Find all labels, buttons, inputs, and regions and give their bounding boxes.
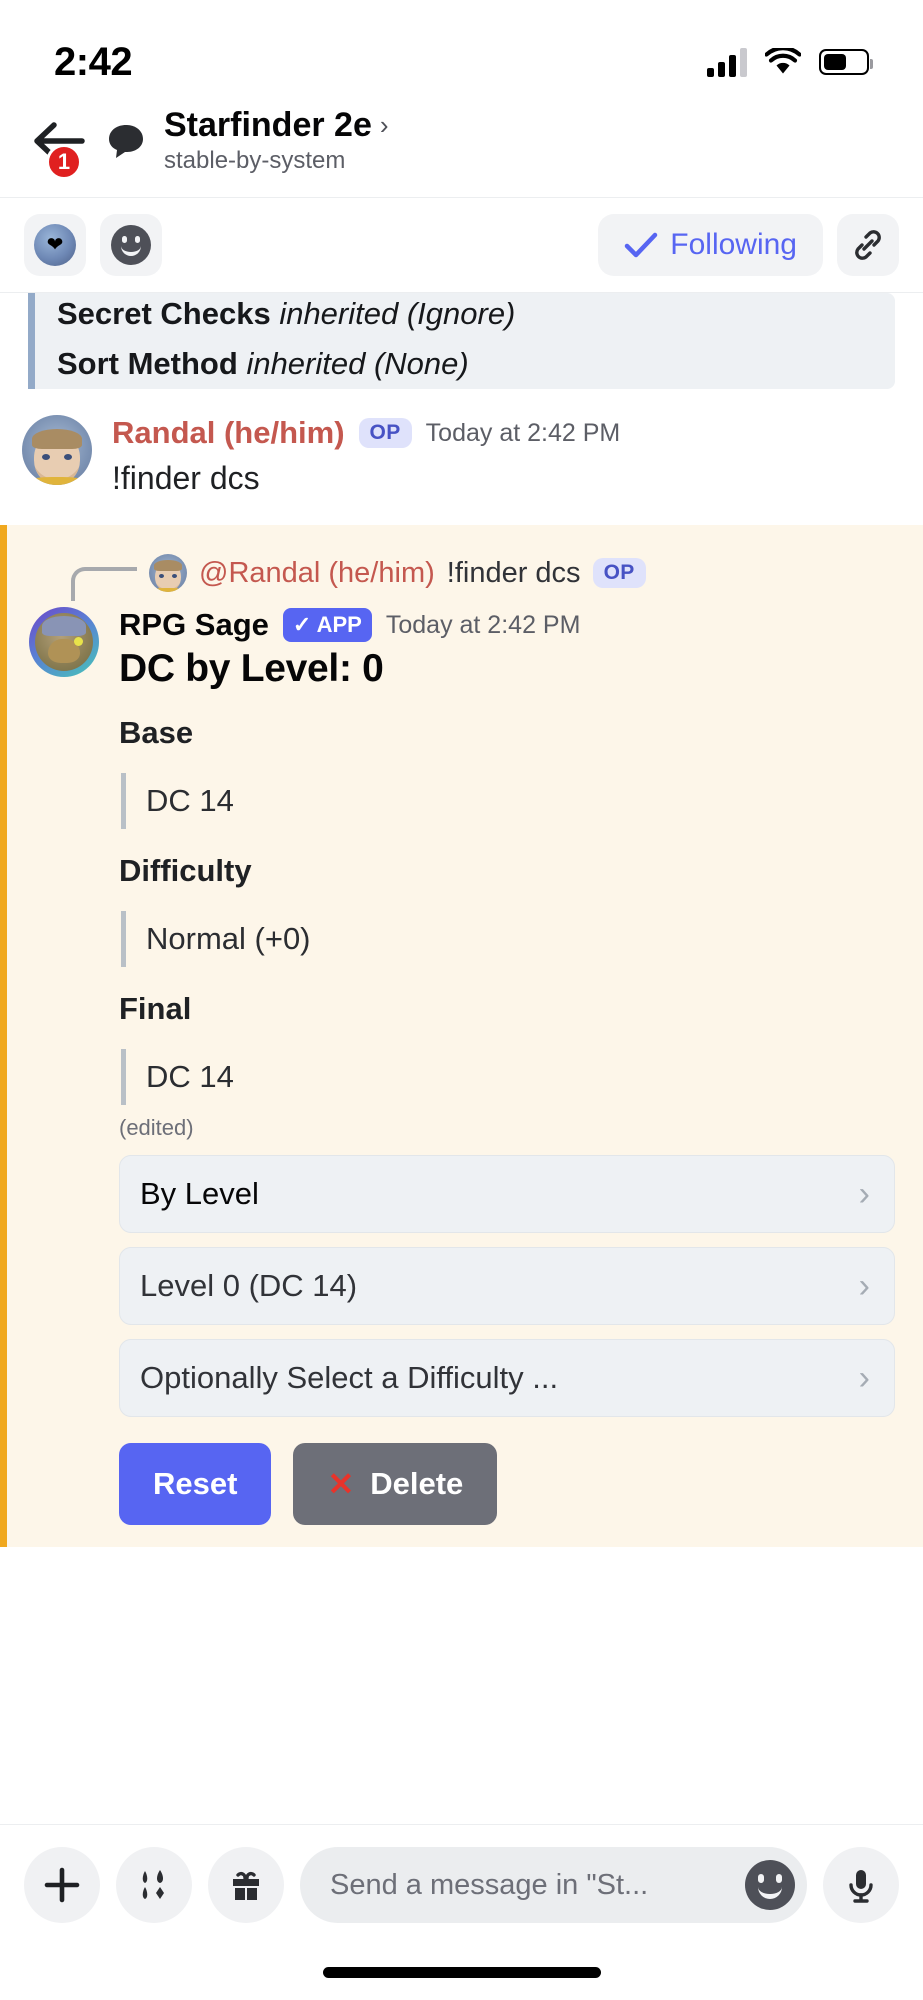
reply-avatar [149, 554, 187, 592]
member-avatar-button[interactable]: ❤ [24, 214, 86, 276]
section-value-difficulty: Normal (+0) [121, 911, 895, 967]
plus-icon [44, 1867, 80, 1903]
channel-header: 1 Starfinder 2e › stable-by-system [0, 96, 923, 198]
quoted-setting-label: Sort Method [57, 346, 238, 381]
select-label: Optionally Select a Difficulty ... [140, 1360, 559, 1395]
following-label: Following [670, 228, 797, 261]
select-label: Level 0 (DC 14) [140, 1268, 358, 1303]
link-chain-icon [855, 230, 881, 260]
wifi-icon [765, 48, 801, 74]
op-badge: OP [592, 558, 646, 588]
home-indicator [322, 1967, 601, 1978]
voice-message-button[interactable] [823, 1847, 899, 1923]
message-meta: Randal (he/him) OP Today at 2:42 PM [112, 415, 895, 451]
chevron-right-icon: › [858, 1175, 870, 1213]
bot-message[interactable]: @Randal (he/him) !finder dcs OP RPG Sage… [0, 525, 923, 1547]
quoted-setting-row: Secret Checks inherited (Ignore) [57, 293, 871, 339]
message-list[interactable]: Post Style inherited (Single Post) Secre… [0, 293, 923, 1547]
delete-button[interactable]: ✕ Delete [293, 1443, 498, 1525]
status-bar: 2:42 [0, 0, 923, 96]
chevron-right-icon: › [858, 1359, 870, 1397]
message-text: !finder dcs [112, 460, 260, 496]
check-icon [625, 232, 658, 258]
sticker-button[interactable] [116, 1847, 192, 1923]
sticker-icon [142, 1870, 164, 1899]
reply-mention[interactable]: @Randal (he/him) [199, 557, 435, 590]
following-button[interactable]: Following [598, 214, 823, 276]
section-title-final: Final [119, 991, 192, 1026]
edited-label: (edited) [119, 1115, 194, 1140]
section-title-difficulty: Difficulty [119, 853, 252, 888]
message-body: RPG Sage ✓ APP Today at 2:42 PM DC by Le… [119, 607, 895, 1525]
reset-label: Reset [153, 1466, 238, 1501]
page-title: Starfinder 2e › [164, 106, 389, 145]
channel-subtitle: stable-by-system [164, 147, 346, 174]
select-by-level[interactable]: By Level › [119, 1155, 895, 1233]
microphone-icon [849, 1870, 873, 1903]
message-body: Randal (he/him) OP Today at 2:42 PM !fin… [112, 415, 895, 501]
message-input-placeholder: Send a message in "St... [330, 1868, 649, 1901]
select-label: By Level [140, 1176, 259, 1211]
app-badge: ✓ APP [282, 608, 372, 642]
message-timestamp: Today at 2:42 PM [385, 610, 581, 639]
composer-row: Send a message in "St... [24, 1847, 899, 1923]
channel-title-block[interactable]: Starfinder 2e › stable-by-system [164, 106, 389, 175]
reply-reference[interactable]: @Randal (he/him) !finder dcs OP [7, 537, 923, 605]
embed-heading: DC by Level: 0 [119, 647, 384, 690]
back-button[interactable]: 1 [28, 110, 90, 180]
cellular-signal-icon [707, 47, 747, 77]
copy-link-button[interactable] [837, 214, 899, 276]
message-author[interactable]: Randal (he/him) [112, 415, 345, 451]
delete-label: Delete [370, 1466, 464, 1501]
quoted-setting-row: Sort Method inherited (None) [57, 339, 871, 389]
gift-icon [233, 1871, 259, 1900]
battery-icon [819, 49, 873, 75]
message-author[interactable]: RPG Sage [119, 607, 269, 643]
section-title-base: Base [119, 715, 194, 750]
message-composer: Send a message in "St... [0, 1824, 923, 2000]
user-avatar-icon: ❤ [34, 224, 76, 266]
avatar[interactable] [29, 607, 99, 677]
reply-spine-icon [71, 567, 137, 601]
add-attachment-button[interactable] [24, 1847, 100, 1923]
user-message[interactable]: Randal (he/him) OP Today at 2:42 PM !fin… [0, 389, 923, 511]
action-button-row: Reset ✕ Delete [119, 1443, 895, 1525]
gift-button[interactable] [208, 1847, 284, 1923]
quoted-setting-value: inherited (Ignore) [279, 296, 516, 331]
emoji-face-icon[interactable] [745, 1860, 795, 1910]
cross-mark-icon: ✕ [327, 1466, 355, 1502]
quoted-settings-block: Post Style inherited (Single Post) Secre… [28, 293, 895, 389]
chevron-right-icon: › [858, 1267, 870, 1305]
op-badge: OP [358, 418, 412, 448]
channel-toolbar: ❤ Following [0, 198, 923, 293]
section-value-final: DC 14 [121, 1049, 895, 1105]
channel-name: Starfinder 2e [164, 106, 372, 144]
status-icons [707, 47, 873, 77]
reset-button[interactable]: Reset [119, 1443, 272, 1525]
unread-badge: 1 [46, 143, 82, 180]
select-level[interactable]: Level 0 (DC 14) › [119, 1247, 895, 1325]
message-timestamp: Today at 2:42 PM [425, 418, 621, 447]
select-difficulty[interactable]: Optionally Select a Difficulty ... › [119, 1339, 895, 1417]
message-meta: RPG Sage ✓ APP Today at 2:42 PM [119, 607, 895, 643]
message-input[interactable]: Send a message in "St... [300, 1847, 807, 1923]
emoji-face-icon [111, 225, 151, 265]
quoted-setting-value: inherited (None) [246, 346, 469, 381]
select-menu-group: By Level › Level 0 (DC 14) › Optionally … [119, 1155, 895, 1417]
bot-message-row: RPG Sage ✓ APP Today at 2:42 PM DC by Le… [7, 605, 923, 1525]
phone-screen: 2:42 1 Starfinder 2e › stable-by-system … [0, 0, 923, 2000]
quoted-setting-label: Secret Checks [57, 296, 271, 331]
reply-snippet: !finder dcs [446, 556, 581, 589]
section-value-base: DC 14 [121, 773, 895, 829]
emoji-reaction-button[interactable] [100, 214, 162, 276]
avatar[interactable] [22, 415, 92, 485]
status-time: 2:42 [54, 39, 133, 84]
thread-bubble-icon [109, 124, 143, 158]
chevron-right-icon: › [379, 110, 389, 140]
